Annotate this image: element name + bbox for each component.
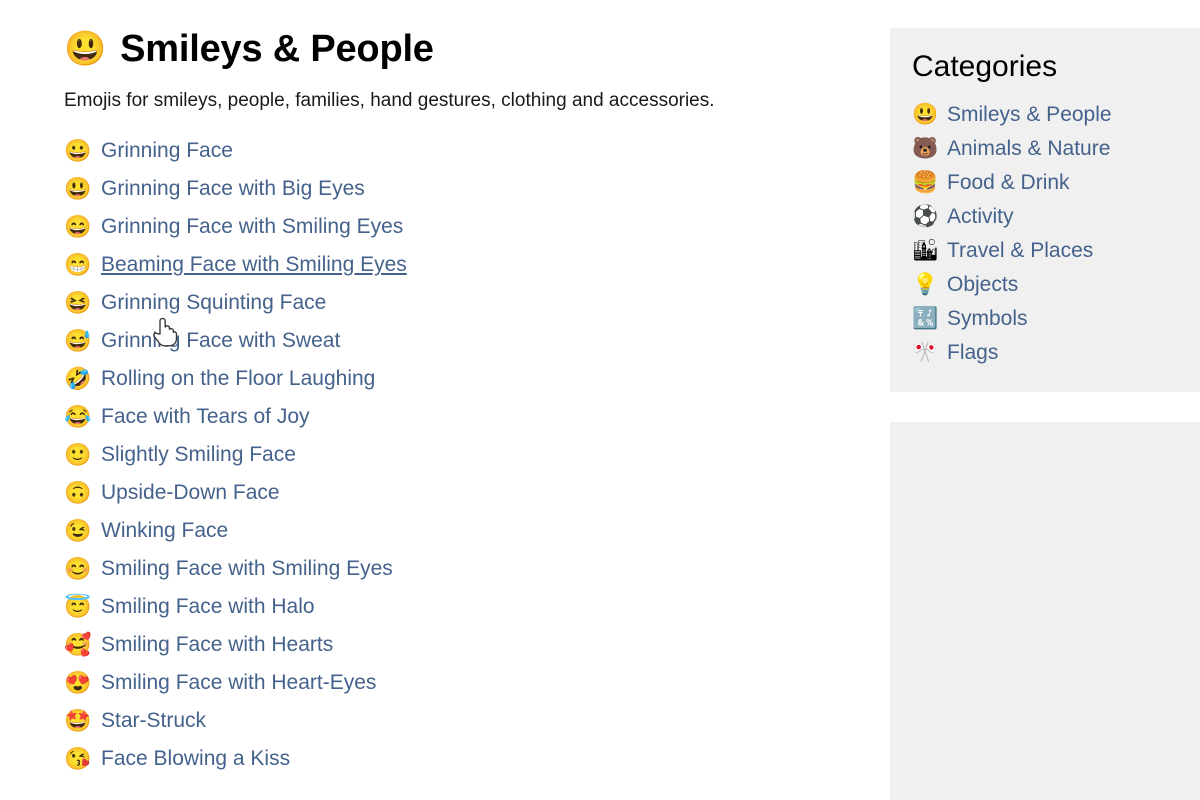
- category-link[interactable]: Smileys & People: [947, 98, 1112, 132]
- category-link[interactable]: Animals & Nature: [947, 132, 1110, 166]
- category-list-item[interactable]: 🔣 Symbols: [912, 302, 1200, 336]
- emoji-link[interactable]: Upside-Down Face: [101, 474, 280, 512]
- emoji-link[interactable]: Smiling Face with Smiling Eyes: [101, 550, 393, 588]
- category-list-item[interactable]: 🏙 Travel & Places: [912, 234, 1200, 268]
- emoji-glyph-icon: 🙂: [64, 442, 92, 467]
- category-list-item[interactable]: 😃 Smileys & People: [912, 98, 1200, 132]
- emoji-link[interactable]: Beaming Face with Smiling Eyes: [101, 246, 407, 284]
- category-list-item[interactable]: 🍔 Food & Drink: [912, 166, 1200, 200]
- category-list-item[interactable]: 🎌 Flags: [912, 336, 1200, 370]
- emoji-glyph-icon: 😅: [64, 328, 92, 353]
- emoji-list-item[interactable]: 😁 Beaming Face with Smiling Eyes: [64, 246, 890, 284]
- emoji-list-item[interactable]: 😂 Face with Tears of Joy: [64, 398, 890, 436]
- emoji-link[interactable]: Winking Face: [101, 512, 228, 550]
- category-list-item[interactable]: 💡 Objects: [912, 268, 1200, 302]
- emoji-glyph-icon: 😍: [64, 670, 92, 695]
- category-link[interactable]: Objects: [947, 268, 1018, 302]
- category-link[interactable]: Flags: [947, 336, 998, 370]
- emoji-list-item[interactable]: 😀 Grinning Face: [64, 132, 890, 170]
- emoji-glyph-icon: 😃: [64, 176, 92, 201]
- page-description: Emojis for smileys, people, families, ha…: [64, 90, 715, 111]
- emoji-list-item[interactable]: 😄 Grinning Face with Smiling Eyes: [64, 208, 890, 246]
- main-content: 😃 Smileys & People Emojis for smileys, p…: [0, 0, 890, 800]
- emoji-link[interactable]: Smiling Face with Hearts: [101, 626, 333, 664]
- category-list-item[interactable]: ⚽ Activity: [912, 200, 1200, 234]
- emoji-list-item[interactable]: 😃 Grinning Face with Big Eyes: [64, 170, 890, 208]
- page-title: 😃 Smileys & People: [64, 24, 890, 74]
- emoji-glyph-icon: 😊: [64, 556, 92, 581]
- emoji-glyph-icon: 🤩: [64, 708, 92, 733]
- sidebar: Categories 😃 Smileys & People 🐻 Animals & N…: [890, 0, 1200, 800]
- emoji-list-item[interactable]: 😆 Grinning Squinting Face: [64, 284, 890, 322]
- emoji-link[interactable]: Face with Tears of Joy: [101, 398, 310, 436]
- emoji-list-item[interactable]: 😍 Smiling Face with Heart-Eyes: [64, 664, 890, 702]
- emoji-list-item[interactable]: 🤣 Rolling on the Floor Laughing: [64, 360, 890, 398]
- emoji-glyph-icon: 🥰: [64, 632, 92, 657]
- emoji-link[interactable]: Rolling on the Floor Laughing: [101, 360, 375, 398]
- category-list: 😃 Smileys & People 🐻 Animals & Nature 🍔 Food …: [912, 98, 1200, 370]
- emoji-list-item[interactable]: 🙃 Upside-Down Face: [64, 474, 890, 512]
- category-link[interactable]: Activity: [947, 200, 1014, 234]
- emoji-list-item[interactable]: 😘 Face Blowing a Kiss: [64, 740, 890, 778]
- emoji-list-item[interactable]: 🤩 Star-Struck: [64, 702, 890, 740]
- emoji-link[interactable]: Grinning Squinting Face: [101, 284, 326, 322]
- emoji-link[interactable]: Grinning Face: [101, 132, 233, 170]
- emoji-list-item[interactable]: 😅 Grinning Face with Sweat: [64, 322, 890, 360]
- emoji-link[interactable]: Smiling Face with Heart-Eyes: [101, 664, 376, 702]
- category-glyph-icon: 🏙: [912, 239, 939, 262]
- emoji-glyph-icon: 😀: [64, 138, 92, 163]
- emoji-glyph-icon: 😄: [64, 214, 92, 239]
- category-glyph-icon: 🎌: [912, 341, 939, 364]
- secondary-empty-panel: [890, 422, 1200, 800]
- emoji-glyph-icon: 😁: [64, 252, 92, 277]
- emoji-glyph-icon: 😉: [64, 518, 92, 543]
- emoji-list-item[interactable]: 🥰 Smiling Face with Hearts: [64, 626, 890, 664]
- page-title-text: Smileys & People: [120, 28, 434, 70]
- emoji-glyph-icon: 😇: [64, 594, 92, 619]
- emoji-link[interactable]: Slightly Smiling Face: [101, 436, 296, 474]
- category-list-item[interactable]: 🐻 Animals & Nature: [912, 132, 1200, 166]
- category-glyph-icon: 😃: [912, 103, 939, 126]
- page-title-emoji-icon: 😃: [64, 30, 107, 68]
- category-link[interactable]: Symbols: [947, 302, 1028, 336]
- categories-panel: Categories 😃 Smileys & People 🐻 Animals & N…: [890, 28, 1200, 392]
- emoji-glyph-icon: 😘: [64, 746, 92, 771]
- category-glyph-icon: 💡: [912, 273, 939, 296]
- emoji-glyph-icon: 😂: [64, 404, 92, 429]
- category-glyph-icon: ⚽: [912, 205, 939, 228]
- emoji-link[interactable]: Grinning Face with Smiling Eyes: [101, 208, 403, 246]
- categories-heading: Categories: [912, 50, 1058, 83]
- emoji-list-item[interactable]: 😊 Smiling Face with Smiling Eyes: [64, 550, 890, 588]
- category-glyph-icon: 🐻: [912, 137, 939, 160]
- emoji-glyph-icon: 🤣: [64, 366, 92, 391]
- emoji-list-item[interactable]: 🙂 Slightly Smiling Face: [64, 436, 890, 474]
- emoji-list-item[interactable]: 😉 Winking Face: [64, 512, 890, 550]
- emoji-reference-page: 😃 Smileys & People Emojis for smileys, p…: [0, 0, 1200, 800]
- emoji-link[interactable]: Grinning Face with Sweat: [101, 322, 340, 360]
- emoji-link[interactable]: Star-Struck: [101, 702, 206, 740]
- emoji-glyph-icon: 😆: [64, 290, 92, 315]
- category-link[interactable]: Food & Drink: [947, 166, 1070, 200]
- category-link[interactable]: Travel & Places: [947, 234, 1093, 268]
- emoji-link[interactable]: Smiling Face with Halo: [101, 588, 315, 626]
- emoji-link[interactable]: Face Blowing a Kiss: [101, 740, 290, 778]
- category-glyph-icon: 🍔: [912, 171, 939, 194]
- emoji-glyph-icon: 🙃: [64, 480, 92, 505]
- emoji-list-item[interactable]: 😇 Smiling Face with Halo: [64, 588, 890, 626]
- emoji-list: 😀 Grinning Face 😃 Grinning Face with Big Ey…: [64, 132, 890, 778]
- category-glyph-icon: 🔣: [912, 307, 939, 330]
- emoji-link[interactable]: Grinning Face with Big Eyes: [101, 170, 365, 208]
